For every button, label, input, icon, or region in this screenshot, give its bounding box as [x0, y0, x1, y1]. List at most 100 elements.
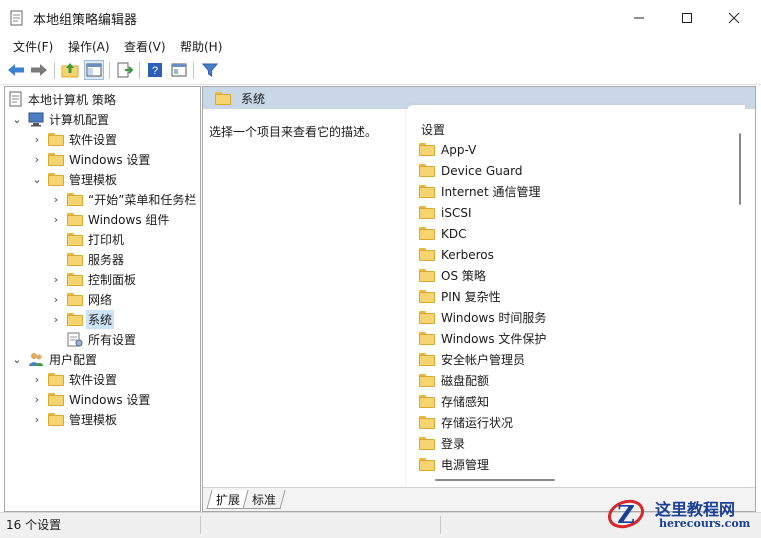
details-pane: 系统 选择一个项目来查看它的描述。 设置 App-V Device Guard … — [202, 86, 756, 512]
help-button[interactable]: ? — [145, 60, 165, 80]
tree-item-user-config[interactable]: ⌄ 用户配置 — [11, 349, 97, 369]
list-item[interactable]: 登录 — [419, 433, 465, 454]
list-item[interactable]: iSCSI — [419, 202, 472, 223]
tree-item-windows-components[interactable]: › Windows 组件 — [50, 209, 169, 229]
folder-icon — [419, 164, 435, 177]
list-item-label: 登录 — [441, 437, 466, 451]
vertical-scrollbar[interactable] — [739, 133, 741, 205]
tree-item-root[interactable]: 本地计算机 策略 — [9, 89, 116, 109]
close-button[interactable] — [711, 0, 757, 36]
tree-item-start-menu[interactable]: › “开始”菜单和任务栏 — [50, 189, 196, 209]
list-item[interactable]: PIN 复杂性 — [419, 286, 501, 307]
tree-label: Windows 设置 — [69, 152, 151, 167]
chevron-right-icon[interactable]: › — [50, 273, 62, 286]
list-item[interactable]: App-V — [419, 139, 476, 160]
folder-icon — [419, 206, 435, 219]
status-separator — [200, 516, 201, 534]
list-item[interactable]: 磁盘配额 — [419, 370, 489, 391]
show-hide-tree-button[interactable] — [84, 60, 104, 80]
list-item[interactable]: 安全帐户管理员 — [419, 349, 525, 370]
chevron-right-icon[interactable]: › — [31, 413, 43, 426]
up-folder-button[interactable] — [60, 60, 80, 80]
tab-standard[interactable]: 标准 — [242, 490, 286, 509]
show-hide-tree-icon — [86, 63, 102, 77]
menu-file[interactable]: 文件(F) — [13, 38, 53, 55]
filter-button[interactable] — [200, 60, 220, 80]
maximize-button[interactable] — [664, 0, 710, 36]
toolbar-separator — [54, 62, 55, 79]
toolbar: ? — [0, 57, 761, 85]
tree-label: 控制面板 — [88, 272, 137, 287]
menu-help[interactable]: 帮助(H) — [180, 38, 222, 55]
folder-icon — [67, 252, 83, 266]
back-button[interactable] — [6, 60, 26, 80]
folder-icon — [48, 392, 64, 406]
menu-view[interactable]: 查看(V) — [124, 38, 166, 55]
chevron-right-icon[interactable]: › — [31, 373, 43, 386]
description-text: 选择一个项目来查看它的描述。 — [209, 125, 378, 139]
folder-icon — [48, 132, 64, 146]
chevron-right-icon[interactable]: › — [31, 393, 43, 406]
chevron-right-icon[interactable]: › — [50, 313, 62, 326]
status-separator — [440, 516, 441, 534]
chevron-down-icon[interactable]: ⌄ — [11, 113, 23, 126]
chevron-right-icon[interactable]: › — [31, 133, 43, 146]
toolbar-separator — [139, 62, 140, 79]
tree-label: 所有设置 — [88, 332, 137, 347]
tree-item-windows-settings[interactable]: › Windows 设置 — [31, 149, 150, 169]
chevron-right-icon[interactable]: › — [50, 293, 62, 306]
column-header-settings[interactable]: 设置 — [421, 121, 445, 138]
list-item[interactable]: 电源管理 — [419, 454, 489, 475]
chevron-down-icon[interactable]: ⌄ — [11, 353, 23, 366]
export-list-button[interactable] — [115, 60, 135, 80]
properties-button[interactable] — [169, 60, 189, 80]
tree-item-computer-config[interactable]: ⌄ 计算机配置 — [11, 109, 109, 129]
list-item[interactable]: KDC — [419, 223, 467, 244]
back-arrow-icon — [8, 64, 24, 76]
chevron-right-icon[interactable]: › — [50, 193, 62, 206]
list-item-label: Internet 通信管理 — [441, 185, 541, 199]
list-item[interactable]: OS 策略 — [419, 265, 486, 286]
tree-item-printers[interactable]: 打印机 — [67, 229, 124, 249]
list-item[interactable]: Windows 文件保护 — [419, 328, 546, 349]
folder-open-icon — [67, 312, 83, 326]
tree-item-user-software-settings[interactable]: › 软件设置 — [31, 369, 117, 389]
tree-item-software-settings[interactable]: › 软件设置 — [31, 129, 117, 149]
list-item-label: 存储感知 — [441, 395, 490, 409]
forward-button[interactable] — [29, 60, 49, 80]
tree-label: “开始”菜单和任务栏 — [88, 192, 197, 207]
list-item[interactable]: Windows 时间服务 — [419, 307, 546, 328]
horizontal-scrollbar[interactable] — [435, 479, 555, 481]
tree-item-network[interactable]: › 网络 — [50, 289, 112, 309]
list-item[interactable]: Device Guard — [419, 160, 522, 181]
folder-icon — [419, 395, 435, 408]
folder-icon — [48, 372, 64, 386]
list-item[interactable]: Internet 通信管理 — [419, 181, 540, 202]
svg-text:Z: Z — [617, 500, 635, 529]
list-item[interactable]: Kerberos — [419, 244, 494, 265]
chevron-down-icon[interactable]: ⌄ — [31, 173, 43, 186]
minimize-icon — [634, 17, 644, 19]
list-item[interactable]: 存储感知 — [419, 391, 489, 412]
tree-item-user-windows-settings[interactable]: › Windows 设置 — [31, 389, 150, 409]
tree-label: 软件设置 — [69, 372, 118, 387]
tree-item-user-admin-templates[interactable]: › 管理模板 — [31, 409, 117, 429]
policy-editor-app-icon — [10, 10, 23, 26]
tree-label: 打印机 — [88, 232, 125, 247]
tree-item-servers[interactable]: 服务器 — [67, 249, 124, 269]
chevron-right-icon[interactable]: › — [50, 213, 62, 226]
tree-item-all-settings[interactable]: 所有设置 — [67, 329, 136, 349]
folder-icon — [419, 353, 435, 366]
tree-item-admin-templates[interactable]: ⌄ 管理模板 — [31, 169, 117, 189]
window-title: 本地组策略编辑器 — [33, 13, 138, 28]
chevron-right-icon[interactable]: › — [31, 153, 43, 166]
list-item[interactable]: 存储运行状况 — [419, 412, 513, 433]
minimize-button[interactable] — [616, 0, 662, 36]
list-item-label: Kerberos — [441, 247, 494, 262]
folder-icon — [419, 332, 435, 345]
tree-item-control-panel[interactable]: › 控制面板 — [50, 269, 136, 289]
folder-icon — [67, 192, 83, 206]
properties-icon — [171, 63, 187, 77]
menu-action[interactable]: 操作(A) — [68, 38, 110, 55]
tree-item-system[interactable]: › 系统 — [50, 309, 115, 329]
